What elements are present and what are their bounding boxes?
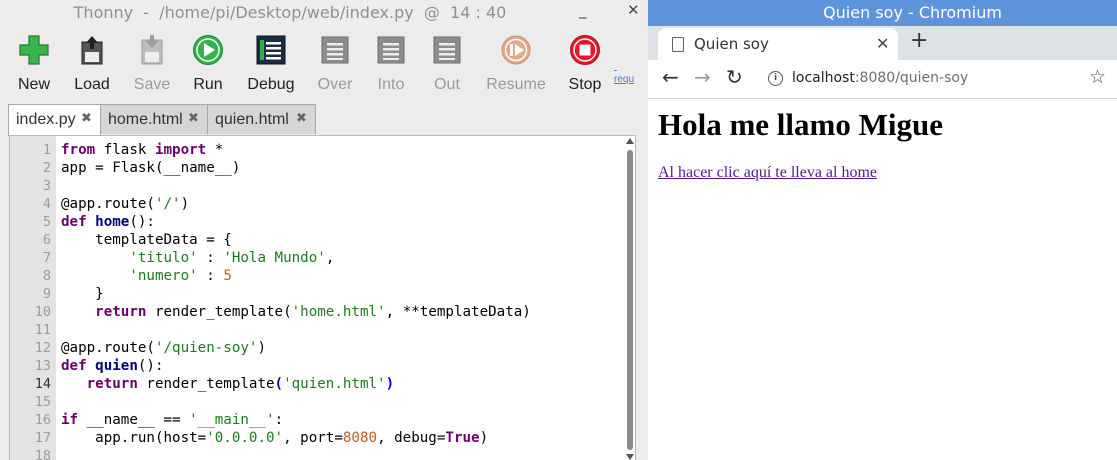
resume-button[interactable]: Resume bbox=[486, 32, 546, 94]
tab-index-py[interactable]: index.py ✖ bbox=[8, 104, 101, 136]
document-icon bbox=[672, 37, 684, 52]
scroll-down-arrow-icon[interactable] bbox=[626, 454, 634, 460]
browser-tab[interactable]: Quien soy ✕ bbox=[658, 28, 898, 61]
line-number: 4 bbox=[42, 196, 51, 212]
code-line[interactable]: @app.route('/quien-soy') bbox=[61, 339, 266, 357]
code-line[interactable]: return render_template('quien.html') bbox=[61, 375, 395, 393]
back-arrow-icon[interactable]: ← bbox=[662, 65, 679, 89]
new-button[interactable]: New bbox=[6, 32, 62, 94]
stop-icon bbox=[570, 35, 600, 65]
run-button[interactable]: Run bbox=[180, 32, 236, 94]
load-icon bbox=[81, 36, 103, 65]
line-number-gutter: 1 2 3 4 5 6 7 8 9 10 11 12 13 14 15 16 17 18 bbox=[10, 136, 56, 460]
line-number: 15 bbox=[34, 394, 51, 410]
code-line[interactable]: app.run(host='0.0.0.0', port=8080, debug… bbox=[61, 429, 488, 447]
line-number: 14 bbox=[34, 376, 51, 392]
close-window-button[interactable]: ✕ bbox=[627, 1, 640, 19]
debug-label: Debug bbox=[247, 76, 295, 93]
tab-home-html[interactable]: home.html ✖ bbox=[100, 104, 208, 134]
code-line[interactable]: return render_template('home.html', **te… bbox=[61, 303, 531, 321]
line-number: 2 bbox=[42, 160, 51, 176]
close-tab-icon[interactable]: ✖ bbox=[296, 110, 307, 126]
new-file-icon bbox=[19, 35, 49, 65]
toolbar: New Load Save Run Debug Over Into Out Re… bbox=[0, 26, 648, 96]
tab-label: quien.html bbox=[215, 111, 289, 128]
line-number: 17 bbox=[34, 430, 51, 446]
save-icon bbox=[141, 35, 163, 65]
step-out-label: Out bbox=[434, 76, 460, 93]
code-line[interactable]: 'titulo' : 'Hola Mundo', bbox=[61, 249, 334, 267]
line-number: 3 bbox=[42, 178, 51, 194]
line-number: 11 bbox=[34, 322, 51, 338]
line-number: 1 bbox=[42, 142, 51, 158]
line-number: 5 bbox=[42, 214, 51, 230]
thonny-window: Thonny - /home/pi/Desktop/web/index.py @… bbox=[0, 0, 648, 460]
tab-quien-html[interactable]: quien.html ✖ bbox=[207, 104, 316, 134]
new-tab-button[interactable]: + bbox=[910, 28, 928, 53]
resume-label: Resume bbox=[486, 76, 546, 93]
line-number: 10 bbox=[34, 304, 51, 320]
stop-button[interactable]: Stop bbox=[557, 32, 613, 94]
close-tab-icon[interactable]: ✕ bbox=[876, 34, 889, 53]
requirements-link[interactable]: requ bbox=[614, 60, 648, 86]
close-tab-icon[interactable]: ✖ bbox=[81, 110, 92, 126]
code-editor[interactable]: 1 2 3 4 5 6 7 8 9 10 11 12 13 14 15 16 17 18 from flask i… bbox=[9, 135, 636, 460]
code-line[interactable]: } bbox=[61, 285, 104, 303]
info-icon[interactable]: i bbox=[768, 71, 783, 86]
navigation-bar: ← → ↻ i localhost:8080/quien-soy ☆ bbox=[648, 60, 1117, 99]
code-line[interactable]: @app.route('/') bbox=[61, 195, 189, 213]
line-number: 7 bbox=[42, 250, 51, 266]
chromium-window: Quien soy - Chromium Quien soy ✕ + ← → ↻… bbox=[648, 0, 1117, 460]
close-tab-icon[interactable]: ✖ bbox=[188, 110, 199, 126]
vertical-scrollbar[interactable] bbox=[627, 150, 633, 450]
page-content: Hola me llamo Migue Al hacer clic aquí t… bbox=[648, 99, 1117, 460]
forward-arrow-icon[interactable]: → bbox=[694, 65, 711, 89]
debug-button[interactable]: Debug bbox=[243, 32, 299, 94]
stop-label: Stop bbox=[568, 76, 602, 93]
requirements-link-label: requ bbox=[614, 74, 635, 85]
tab-strip: Quien soy ✕ + bbox=[648, 26, 1117, 61]
reload-icon[interactable]: ↻ bbox=[726, 65, 743, 89]
url-host: localhost bbox=[792, 70, 855, 86]
code-line[interactable]: templateData = { bbox=[61, 231, 232, 249]
resume-icon bbox=[501, 35, 531, 65]
chromium-titlebar[interactable]: Quien soy - Chromium bbox=[648, 0, 1117, 26]
thonny-titlebar[interactable]: Thonny - /home/pi/Desktop/web/index.py @… bbox=[0, 0, 648, 25]
address-bar[interactable]: localhost:8080/quien-soy bbox=[792, 70, 968, 86]
step-into-icon bbox=[377, 36, 405, 64]
url-path: :8080/quien-soy bbox=[854, 70, 969, 86]
run-icon bbox=[193, 35, 223, 65]
run-label: Run bbox=[193, 76, 223, 93]
line-number: 9 bbox=[42, 286, 51, 302]
home-link[interactable]: Al hacer clic aquí te lleva al home bbox=[658, 164, 877, 182]
chromium-window-title: Quien soy - Chromium bbox=[823, 3, 1002, 22]
line-number: 16 bbox=[34, 412, 51, 428]
step-over-icon bbox=[321, 36, 349, 64]
tab-label: index.py bbox=[16, 111, 76, 128]
load-button[interactable]: Load bbox=[64, 32, 120, 94]
line-number: 18 bbox=[34, 448, 51, 460]
code-line[interactable]: def quien(): bbox=[61, 357, 164, 375]
code-line[interactable]: from flask import * bbox=[61, 141, 223, 159]
editor-tabs: index.py ✖ home.html ✖ quien.html ✖ bbox=[0, 104, 648, 136]
line-number: 8 bbox=[42, 268, 51, 284]
line-number: 12 bbox=[34, 340, 51, 356]
bookmark-star-icon[interactable]: ☆ bbox=[1089, 66, 1106, 88]
code-line[interactable]: 'numero' : 5 bbox=[61, 267, 232, 285]
window-title: Thonny - /home/pi/Desktop/web/index.py @… bbox=[73, 3, 507, 22]
code-line[interactable]: if __name__ == '__main__': bbox=[61, 411, 283, 429]
browser-tab-title: Quien soy bbox=[694, 35, 769, 53]
debug-icon bbox=[256, 35, 286, 65]
tab-label: home.html bbox=[108, 111, 183, 128]
step-out-icon bbox=[433, 36, 461, 64]
code-line[interactable]: def home(): bbox=[61, 213, 155, 231]
minimize-button[interactable]: _ bbox=[579, 1, 587, 19]
code-line[interactable]: app = Flask(__name__) bbox=[61, 159, 240, 177]
line-number: 6 bbox=[42, 232, 51, 248]
scroll-up-arrow-icon[interactable] bbox=[626, 138, 634, 144]
page-heading: Hola me llamo Migue bbox=[658, 107, 943, 142]
step-out-button[interactable]: Out bbox=[419, 32, 475, 94]
line-number: 13 bbox=[34, 358, 51, 374]
